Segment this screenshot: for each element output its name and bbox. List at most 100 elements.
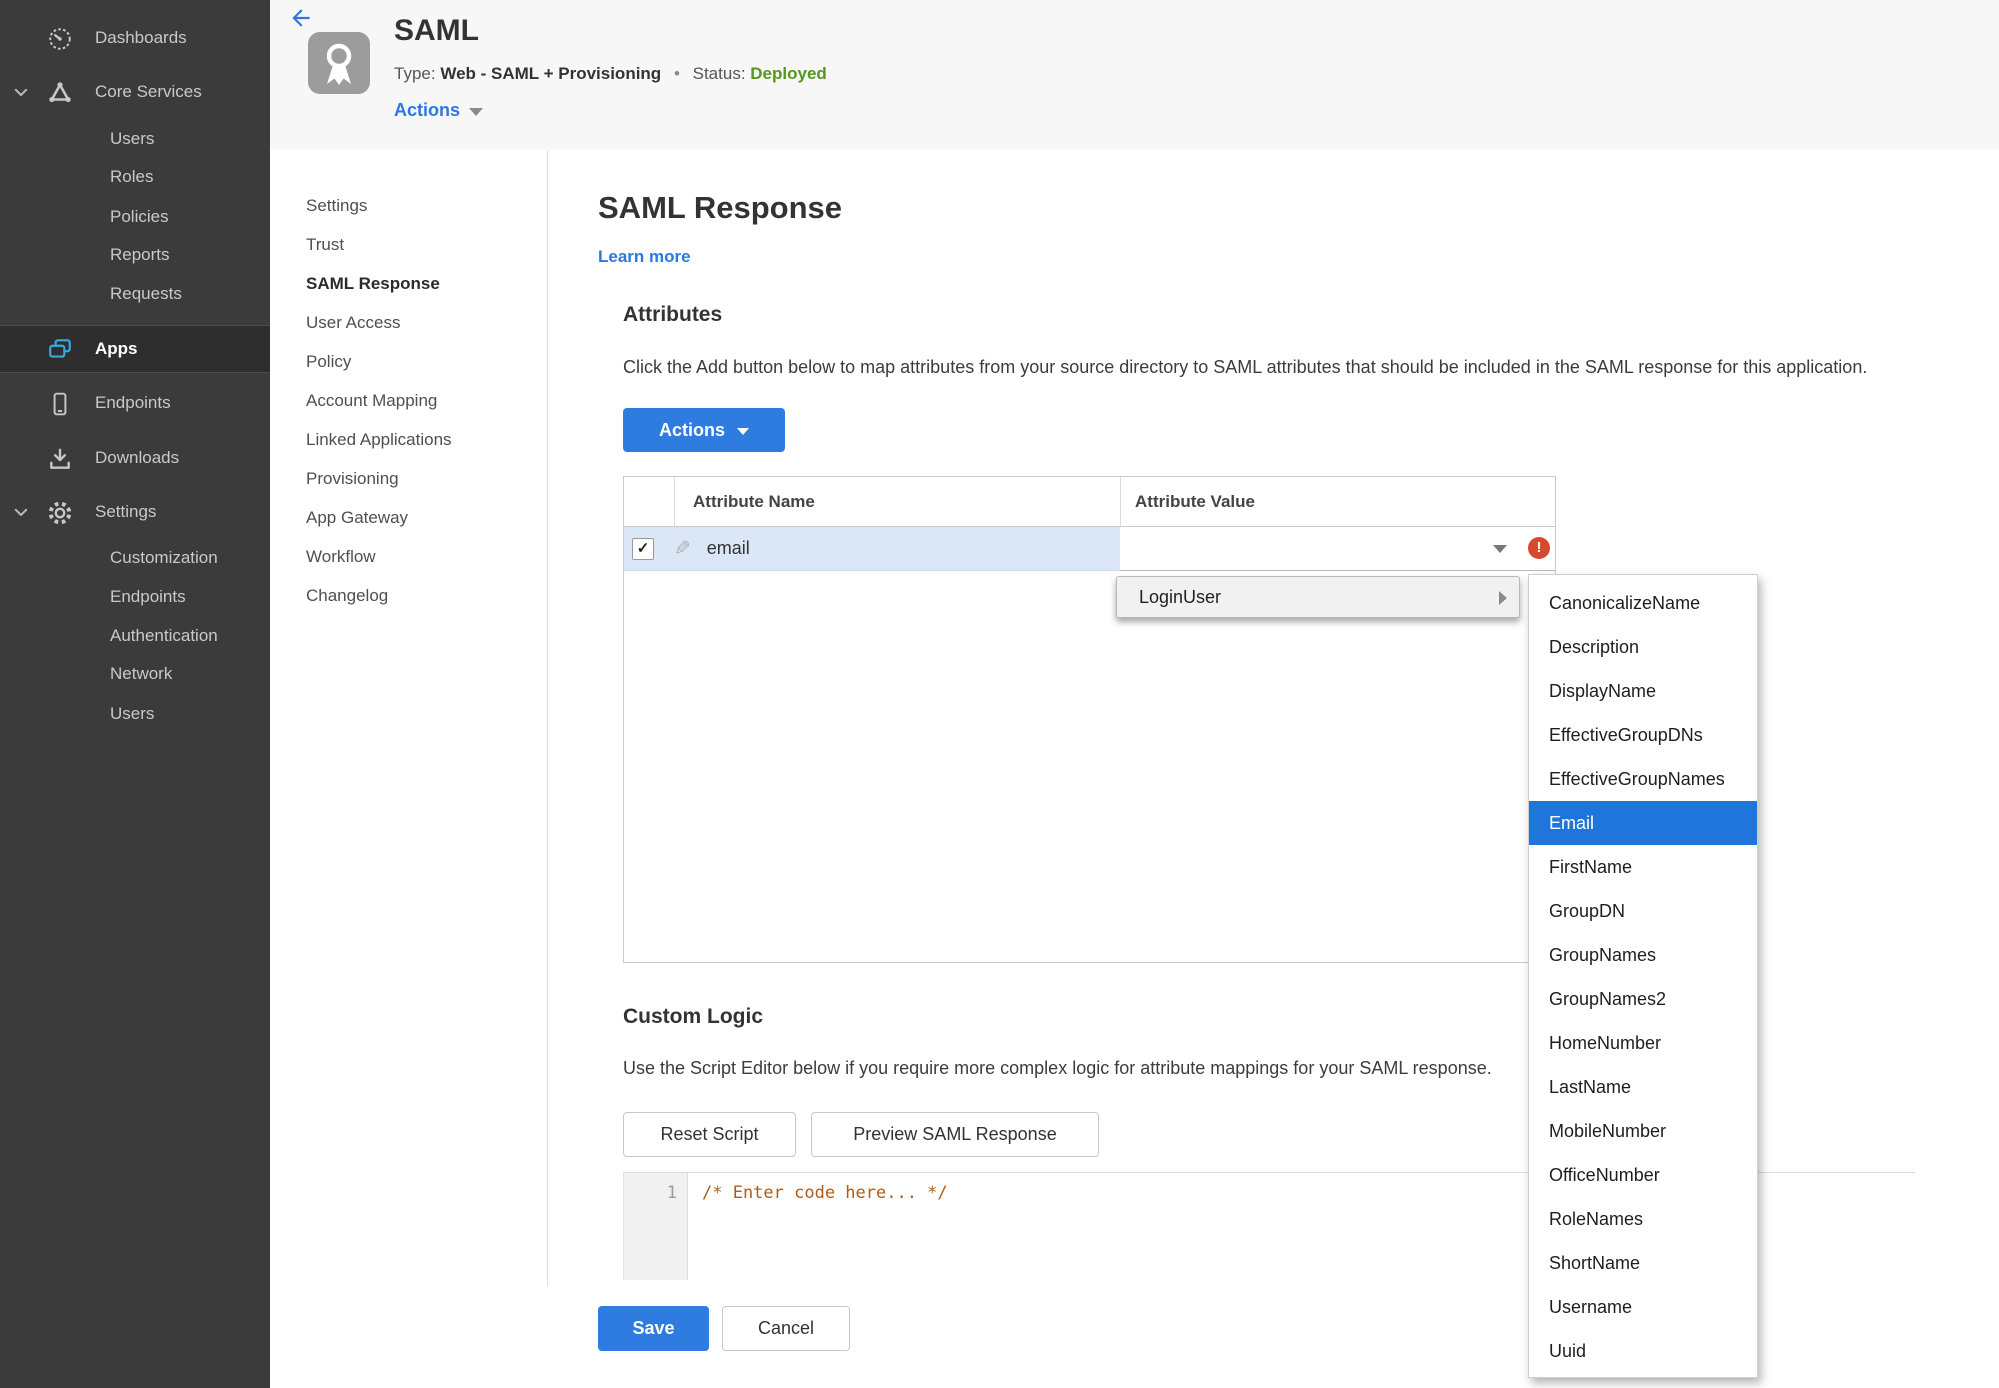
tab-provisioning[interactable]: Provisioning [306, 459, 536, 498]
chevron-down-icon [469, 108, 484, 116]
nav-content-divider [547, 150, 548, 1286]
sidebar-item-label: Policies [110, 207, 169, 226]
submenu-item-rolenames[interactable]: RoleNames [1529, 1197, 1757, 1241]
sidebar-item-settings[interactable]: Settings [0, 490, 270, 534]
submenu-item-effectivegroupdns[interactable]: EffectiveGroupDNs [1529, 713, 1757, 757]
combobox-chevron-icon[interactable] [1493, 545, 1507, 553]
line-number: 1 [666, 1183, 677, 1203]
submenu-item-uuid[interactable]: Uuid [1529, 1329, 1757, 1373]
sidebar-item-downloads[interactable]: Downloads [0, 436, 270, 480]
sidebar-item-dashboards[interactable]: Dashboards [0, 16, 270, 60]
app-title: SAML [394, 14, 479, 47]
submenu-item-shortname[interactable]: ShortName [1529, 1241, 1757, 1285]
save-button[interactable]: Save [598, 1306, 709, 1351]
type-label: Type: [394, 64, 436, 83]
sidebar-item-customization[interactable]: Customization [0, 536, 270, 580]
reset-script-button[interactable]: Reset Script [623, 1112, 796, 1157]
header-actions-label: Actions [394, 100, 461, 120]
gear-icon [46, 499, 74, 527]
submenu-arrow-icon [1499, 591, 1507, 605]
sidebar-item-roles[interactable]: Roles [0, 155, 270, 199]
tab-linked-applications[interactable]: Linked Applications [306, 420, 536, 459]
sidebar-item-core-services[interactable]: Core Services [0, 70, 270, 114]
header-actions-dropdown[interactable]: Actions [394, 100, 484, 121]
sidebar-item-apps[interactable]: Apps [0, 325, 270, 373]
sidebar-item-label: Requests [110, 284, 182, 303]
custom-logic-description: Use the Script Editor below if you requi… [623, 1058, 1492, 1078]
tab-workflow[interactable]: Workflow [306, 537, 536, 576]
submenu-item-groupnames2[interactable]: GroupNames2 [1529, 977, 1757, 1021]
download-icon [46, 445, 74, 473]
attributes-actions-button[interactable]: Actions [623, 408, 785, 452]
row-checkbox-cell [624, 527, 668, 570]
submenu-item-email[interactable]: Email [1529, 801, 1757, 845]
cancel-button[interactable]: Cancel [722, 1306, 850, 1351]
meta-separator: • [673, 64, 680, 83]
tab-saml-response[interactable]: SAML Response [306, 264, 536, 303]
submenu-item-groupdn[interactable]: GroupDN [1529, 889, 1757, 933]
submenu-item-homenumber[interactable]: HomeNumber [1529, 1021, 1757, 1065]
sidebar-item-label: Network [110, 664, 173, 683]
submenu-item-lastname[interactable]: LastName [1529, 1065, 1757, 1109]
sidebar-item-label: Users [110, 129, 155, 148]
sidebar-item-label: Downloads [95, 448, 180, 467]
app-meta: Type: Web - SAML + Provisioning • Status… [394, 64, 827, 84]
status-badge: Deployed [750, 64, 827, 83]
table-row[interactable]: email [624, 527, 1555, 571]
tab-app-gateway[interactable]: App Gateway [306, 498, 536, 537]
tab-settings[interactable]: Settings [306, 186, 536, 225]
submenu-item-firstname[interactable]: FirstName [1529, 845, 1757, 889]
chevron-down-icon[interactable] [12, 83, 30, 101]
submenu-item-description[interactable]: Description [1529, 625, 1757, 669]
attribute-name-value: email [706, 538, 750, 558]
sidebar: Dashboards Core Services Users Roles Pol… [0, 0, 270, 1388]
preview-saml-response-label: Preview SAML Response [853, 1124, 1057, 1144]
tab-trust[interactable]: Trust [306, 225, 536, 264]
sidebar-item-settings-users[interactable]: Users [0, 692, 270, 736]
attribute-value-menu[interactable]: LoginUser [1116, 576, 1520, 618]
sidebar-item-label: Settings [95, 502, 157, 521]
device-icon [46, 390, 74, 418]
submenu-item-mobilenumber[interactable]: MobileNumber [1529, 1109, 1757, 1153]
learn-more-link[interactable]: Learn more [598, 247, 691, 267]
preview-saml-response-button[interactable]: Preview SAML Response [811, 1112, 1099, 1157]
submenu-item-groupnames[interactable]: GroupNames [1529, 933, 1757, 977]
submenu-item-officenumber[interactable]: OfficeNumber [1529, 1153, 1757, 1197]
submenu-item-effectivegroupnames[interactable]: EffectiveGroupNames [1529, 757, 1757, 801]
tab-policy[interactable]: Policy [306, 342, 536, 381]
chevron-down-icon[interactable] [12, 503, 30, 521]
sidebar-item-label: Reports [110, 245, 170, 264]
sidebar-item-label: Endpoints [110, 587, 186, 606]
sidebar-item-label: Customization [110, 548, 218, 567]
page-title: SAML Response [598, 190, 843, 225]
tab-account-mapping[interactable]: Account Mapping [306, 381, 536, 420]
submenu-item-displayname[interactable]: DisplayName [1529, 669, 1757, 713]
submenu-item-username[interactable]: Username [1529, 1285, 1757, 1329]
attribute-value-submenu: CanonicalizeName Description DisplayName… [1528, 574, 1758, 1378]
attribute-name-cell[interactable]: email [668, 527, 1120, 570]
tab-user-access[interactable]: User Access [306, 303, 536, 342]
sidebar-item-network[interactable]: Network [0, 652, 270, 696]
row-checkbox[interactable] [632, 537, 654, 560]
attributes-actions-label: Actions [658, 419, 725, 440]
sidebar-item-reports[interactable]: Reports [0, 233, 270, 277]
tab-changelog[interactable]: Changelog [306, 576, 536, 615]
status-label: Status: [692, 64, 746, 83]
app-ribbon-icon [308, 32, 370, 94]
core-services-icon [46, 79, 74, 107]
table-header: Attribute Name Attribute Value [624, 477, 1555, 527]
editor-line-number-gutter: 1 [624, 1173, 688, 1280]
chevron-down-icon [737, 427, 749, 435]
save-label: Save [632, 1318, 675, 1338]
menu-item-loginuser[interactable]: LoginUser [1139, 587, 1221, 608]
sidebar-item-requests[interactable]: Requests [0, 272, 270, 316]
sidebar-item-label: Endpoints [95, 393, 171, 412]
back-arrow-icon[interactable] [288, 5, 314, 31]
attribute-value-combobox[interactable] [1120, 527, 1555, 571]
submenu-item-canonicalizename[interactable]: CanonicalizeName [1529, 581, 1757, 625]
sidebar-item-endpoints[interactable]: Endpoints [0, 381, 270, 425]
sidebar-item-settings-endpoints[interactable]: Endpoints [0, 575, 270, 619]
checkbox-column-header [624, 477, 674, 526]
attribute-value-header: Attribute Value [1120, 477, 1555, 526]
cancel-label: Cancel [757, 1318, 815, 1338]
